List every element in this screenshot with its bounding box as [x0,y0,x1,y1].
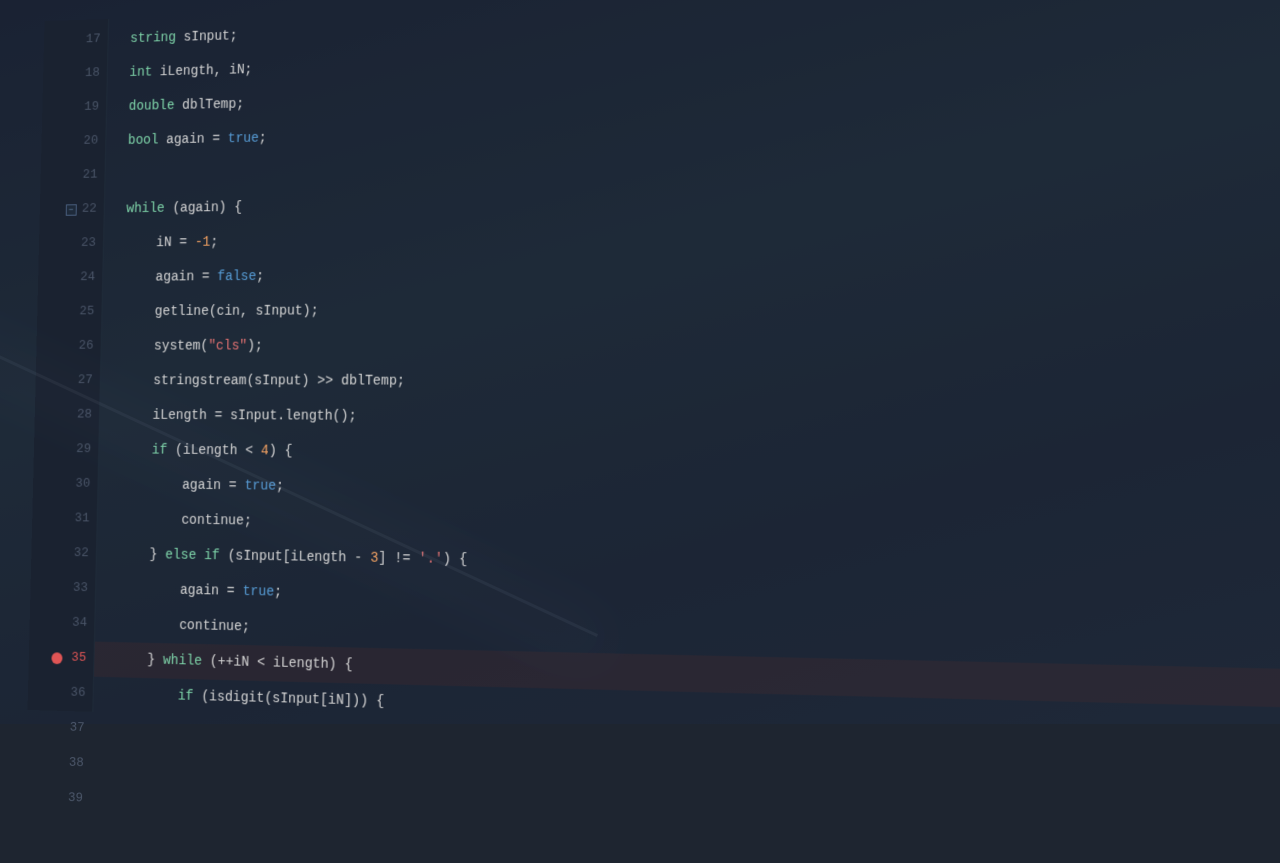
token-false: false [217,260,257,295]
code-content[interactable]: string sInput; int iLength, iN; double d… [93,0,1280,747]
token-string-type: string [130,21,176,56]
line-number-31: 31 [74,502,90,537]
line-number-28: 28 [77,398,93,433]
line-number-37: 37 [69,711,85,747]
token-3b: 3 [343,719,352,747]
code-line-28: iLength = sInput.length(); [121,398,1280,439]
line-number-21: 21 [82,159,97,193]
line-number-18: 18 [85,57,100,91]
line-number-25: 25 [79,295,94,329]
breakpoint-35[interactable] [51,652,62,664]
token-if-2: if [177,679,193,715]
line-number-17: 17 [85,23,100,57]
token-if-1: if [152,433,168,468]
code-line-25: getline(cin, sInput); [124,289,1280,330]
line-number-19: 19 [84,91,99,125]
line-number-38: 38 [68,746,84,782]
token-true-3: true [242,574,274,610]
line-number-23: 23 [81,227,96,261]
line-number-20: 20 [83,125,98,159]
token-while-2: while [163,643,203,679]
token-bool-type: bool [128,123,159,158]
line-number-39: 39 [68,781,84,817]
code-editor: 17 18 19 20 21 22 − 23 24 25 26 27 28 29… [0,0,1280,724]
line-number-34: 34 [72,606,88,641]
line-number-33: 33 [73,571,89,606]
line-number-22: 22 − [82,193,97,227]
line-number-32: 32 [73,537,89,572]
line-number-24: 24 [80,261,95,295]
token-true: true [227,122,259,157]
token-else-if-1: else if [165,538,220,574]
token-cls-string: "cls" [208,329,248,364]
code-line-27: stringstream(sInput) >> dblTemp; [122,364,1280,402]
code-line-26: system( "cls" ); [123,326,1280,364]
token-int-type: int [129,56,153,90]
token-true-2: true [244,469,276,504]
token-while-1: while [126,192,165,227]
line-number-26: 26 [78,330,93,364]
line-number-36: 36 [70,676,86,711]
line-number-27: 27 [77,364,92,398]
line-number-30: 30 [75,467,91,502]
line-number-29: 29 [76,433,92,468]
token-double-type: double [128,89,175,124]
line-number-35: 35 [71,641,87,676]
fold-icon-22[interactable]: − [66,204,77,215]
token-dot-char: '.' [418,542,443,578]
token-neg1: -1 [194,226,210,261]
token-if-3: if [177,714,193,746]
